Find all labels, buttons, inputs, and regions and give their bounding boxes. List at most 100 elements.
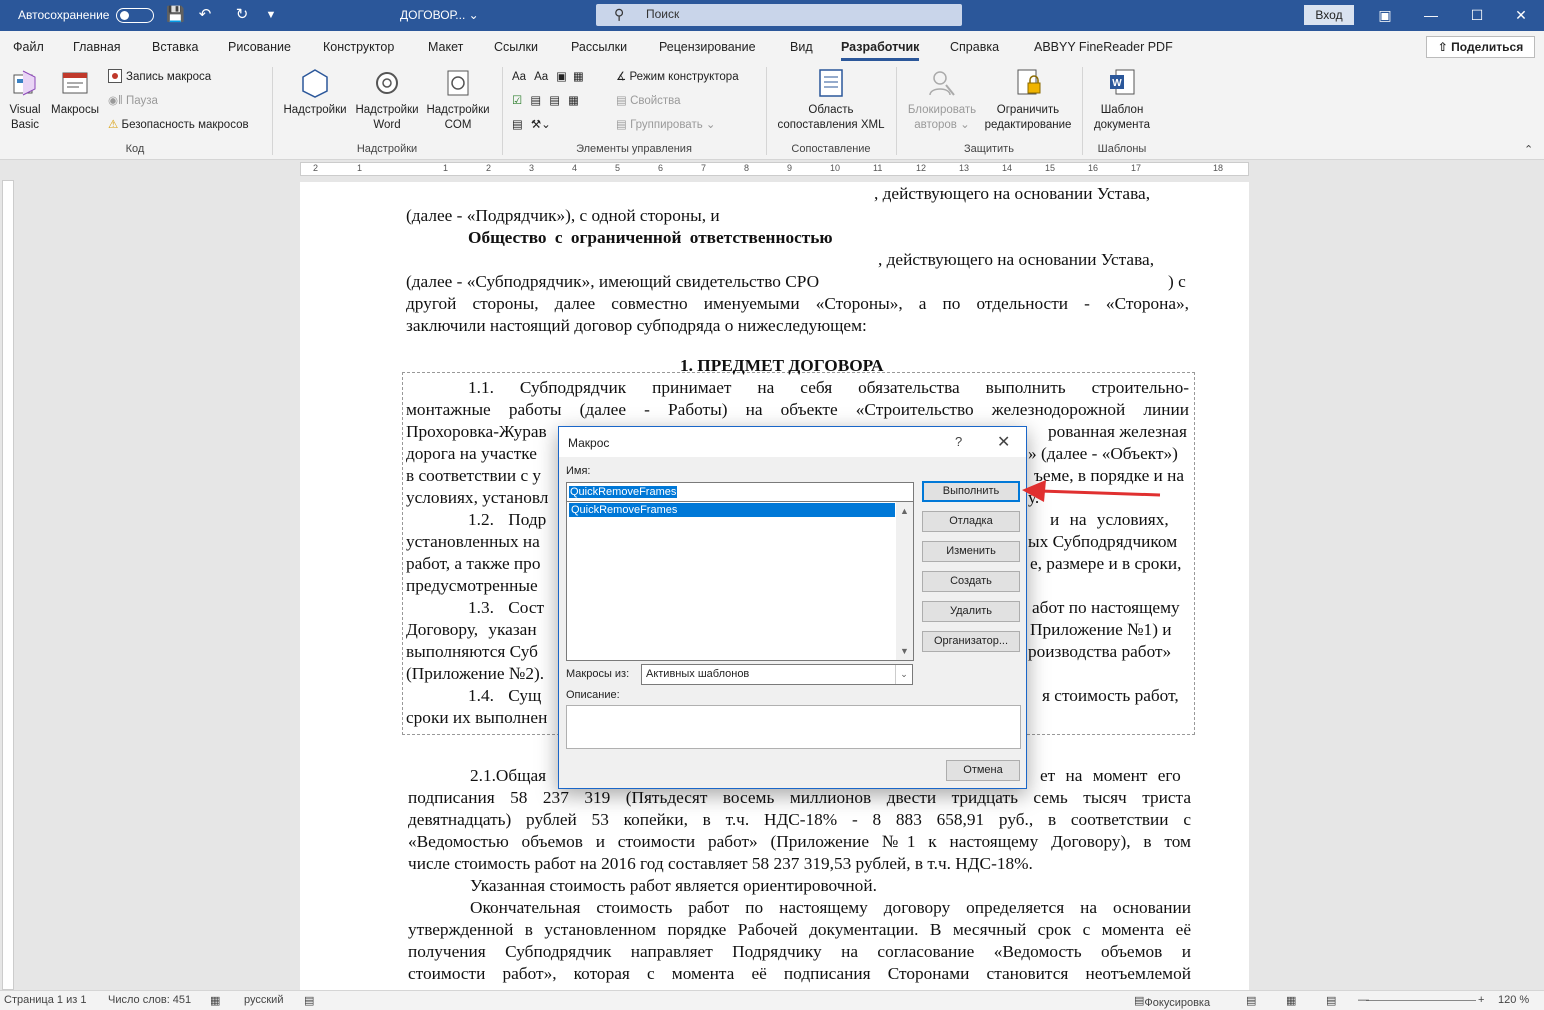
run-button[interactable]: Выполнить xyxy=(922,481,1020,502)
cancel-button[interactable]: Отмена xyxy=(946,760,1020,781)
zoom-in-icon[interactable]: + xyxy=(1478,994,1484,1006)
doc-line: (далее - «Субподрядчик», имеющий свидете… xyxy=(406,272,820,291)
edit-button[interactable]: Изменить xyxy=(922,541,1020,562)
tab-developer[interactable]: Разработчик xyxy=(841,40,920,61)
tab-view[interactable]: Вид xyxy=(790,40,813,54)
scroll-down-icon[interactable]: ▼ xyxy=(900,646,909,656)
web-layout-icon[interactable]: ▤ xyxy=(1326,994,1336,1007)
document-template-button[interactable]: W Шаблон документа xyxy=(1088,67,1156,133)
undo-icon[interactable]: ↶ xyxy=(196,6,214,24)
maximize-icon[interactable]: ☐ xyxy=(1454,0,1500,31)
minimize-icon[interactable]: — xyxy=(1408,0,1454,31)
ribbon-display-icon[interactable]: ▣ xyxy=(1362,0,1408,31)
customize-icon[interactable]: ▼ xyxy=(262,6,280,24)
redo-icon[interactable]: ↻ xyxy=(233,6,251,24)
horizontal-ruler[interactable]: 2 1 1 2 3 4 5 6 7 8 9 10 11 12 13 14 15 … xyxy=(300,162,1249,176)
zoom-out-icon[interactable]: — xyxy=(1358,994,1369,1006)
lock-document-icon xyxy=(1017,69,1041,95)
design-mode-button[interactable]: ∡ Режим конструктора xyxy=(616,68,739,86)
doc-line: рованная железная xyxy=(1048,422,1187,441)
legacy-tools-icons[interactable]: ▤ ⚒⌄ xyxy=(512,116,551,134)
tab-insert[interactable]: Вставка xyxy=(152,40,198,54)
organizer-button[interactable]: Организатор... xyxy=(922,631,1020,652)
word-count[interactable]: Число слов: 451 xyxy=(108,994,191,1006)
record-macro-button[interactable]: Запись макроса xyxy=(108,68,211,86)
description-label: Описание: xyxy=(566,689,620,701)
share-button[interactable]: ⇧ Поделиться xyxy=(1426,36,1535,58)
doc-line: 1.3. Сост xyxy=(468,598,545,617)
delete-button[interactable]: Удалить xyxy=(922,601,1020,622)
step-button[interactable]: Отладка xyxy=(922,511,1020,532)
save-icon[interactable]: 💾 xyxy=(166,6,185,24)
list-item[interactable]: QuickRemoveFrames xyxy=(569,503,895,517)
tab-file[interactable]: Файл xyxy=(13,40,44,54)
zoom-slider[interactable] xyxy=(1366,1000,1476,1001)
block-authors-button[interactable]: Блокировать авторов ⌄ xyxy=(902,67,982,133)
tab-help[interactable]: Справка xyxy=(950,40,999,54)
building-block-icon: ▦ xyxy=(573,71,584,83)
restrict-editing-button[interactable]: Ограничить редактирование xyxy=(982,67,1074,133)
search-input[interactable]: ⚲ Поиск xyxy=(596,4,962,26)
group-label-templates: Шаблоны xyxy=(1097,143,1147,155)
doc-line: ет на момент его xyxy=(1040,766,1181,785)
macro-security-button[interactable]: ⚠ Безопасность макросов xyxy=(108,116,249,134)
macro-name-value: QuickRemoveFrames xyxy=(569,486,678,498)
tab-home[interactable]: Главная xyxy=(73,40,121,54)
macro-list[interactable]: QuickRemoveFrames ▲ ▼ xyxy=(566,501,914,661)
accessibility-icon[interactable]: ▤ xyxy=(304,994,314,1007)
read-mode-icon[interactable]: ▤ xyxy=(1246,994,1256,1007)
tab-layout[interactable]: Макет xyxy=(428,40,463,54)
text-control-icons[interactable]: Aa Aa ▣ ▦ xyxy=(512,68,584,86)
doc-line: установленных на xyxy=(406,532,540,551)
close-icon[interactable]: ✕ xyxy=(997,432,1010,452)
tab-design[interactable]: Конструктор xyxy=(323,40,394,54)
print-layout-icon[interactable]: ▦ xyxy=(1286,994,1296,1007)
proofing-icon[interactable]: ▦ xyxy=(210,994,220,1007)
close-window-icon[interactable]: ✕ xyxy=(1498,0,1544,31)
doc-line: утвержденной в установленном порядке Раб… xyxy=(408,920,1191,939)
doc-line: роизводства работ» xyxy=(1028,642,1172,661)
word-template-icon: W xyxy=(1110,69,1135,95)
autosave-toggle[interactable] xyxy=(116,8,154,23)
word-addins-button[interactable]: Надстройки Word xyxy=(352,67,422,133)
doc-line: сроки их выполнен xyxy=(406,708,548,727)
properties-button[interactable]: ▤ Свойства xyxy=(616,92,681,110)
tab-abbyy[interactable]: ABBYY FineReader PDF xyxy=(1034,40,1173,54)
visual-basic-button[interactable]: Visual Basic xyxy=(4,67,46,133)
macros-button[interactable]: Макросы xyxy=(48,67,102,118)
scroll-up-icon[interactable]: ▲ xyxy=(900,506,909,516)
tab-mailings[interactable]: Рассылки xyxy=(571,40,627,54)
list-scrollbar[interactable]: ▲ ▼ xyxy=(896,502,913,660)
help-icon[interactable]: ? xyxy=(955,434,962,449)
macros-from-select[interactable]: Активных шаблонов ⌄ xyxy=(641,664,913,685)
focus-mode-button[interactable]: ▤ Фокусировка xyxy=(1134,994,1210,1009)
checkbox-control-icons[interactable]: ☑ ▤ ▤ ▦ xyxy=(512,92,579,110)
tab-review[interactable]: Рецензирование xyxy=(659,40,756,54)
doc-line: (далее - «Подрядчик»), с одной стороны, … xyxy=(406,206,720,225)
create-button[interactable]: Создать xyxy=(922,571,1020,592)
pause-button[interactable]: ◉‖ Пауза xyxy=(108,92,158,110)
ruler-mark: 2 xyxy=(313,163,319,173)
page-count[interactable]: Страница 1 из 1 xyxy=(4,994,86,1006)
language-indicator[interactable]: русский xyxy=(244,994,283,1006)
zoom-level[interactable]: 120 % xyxy=(1498,994,1529,1006)
title-bar: Автосохранение 💾 ↶ ↻ ▼ ДОГОВОР... ⌄ ⚲ По… xyxy=(0,0,1544,31)
document-title[interactable]: ДОГОВОР... ⌄ xyxy=(400,0,479,31)
com-addins-button[interactable]: Надстройки COM xyxy=(422,67,494,133)
doc-line: ) с xyxy=(1168,272,1186,291)
chevron-down-icon[interactable]: ⌄ xyxy=(895,665,912,684)
xml-mapping-button[interactable]: Область сопоставления XML xyxy=(772,67,890,133)
ruler-mark: 16 xyxy=(1088,163,1099,173)
tab-draw[interactable]: Рисование xyxy=(228,40,291,54)
collapse-ribbon-icon[interactable]: ⌃ xyxy=(1524,143,1533,156)
doc-line: ых Субподрядчиком xyxy=(1028,532,1178,551)
vertical-ruler[interactable] xyxy=(2,180,14,990)
visual-basic-icon xyxy=(13,70,36,96)
ruler-mark: 1 xyxy=(357,163,363,173)
ribbon: Visual Basic Макросы Запись макроса ◉‖ Па… xyxy=(0,63,1544,160)
tab-references[interactable]: Ссылки xyxy=(494,40,538,54)
login-button[interactable]: Вход xyxy=(1304,5,1354,25)
group-button[interactable]: ▤ Группировать ⌄ xyxy=(616,116,716,134)
macro-name-input[interactable]: QuickRemoveFrames xyxy=(566,482,914,502)
addins-button[interactable]: Надстройки xyxy=(280,67,350,118)
